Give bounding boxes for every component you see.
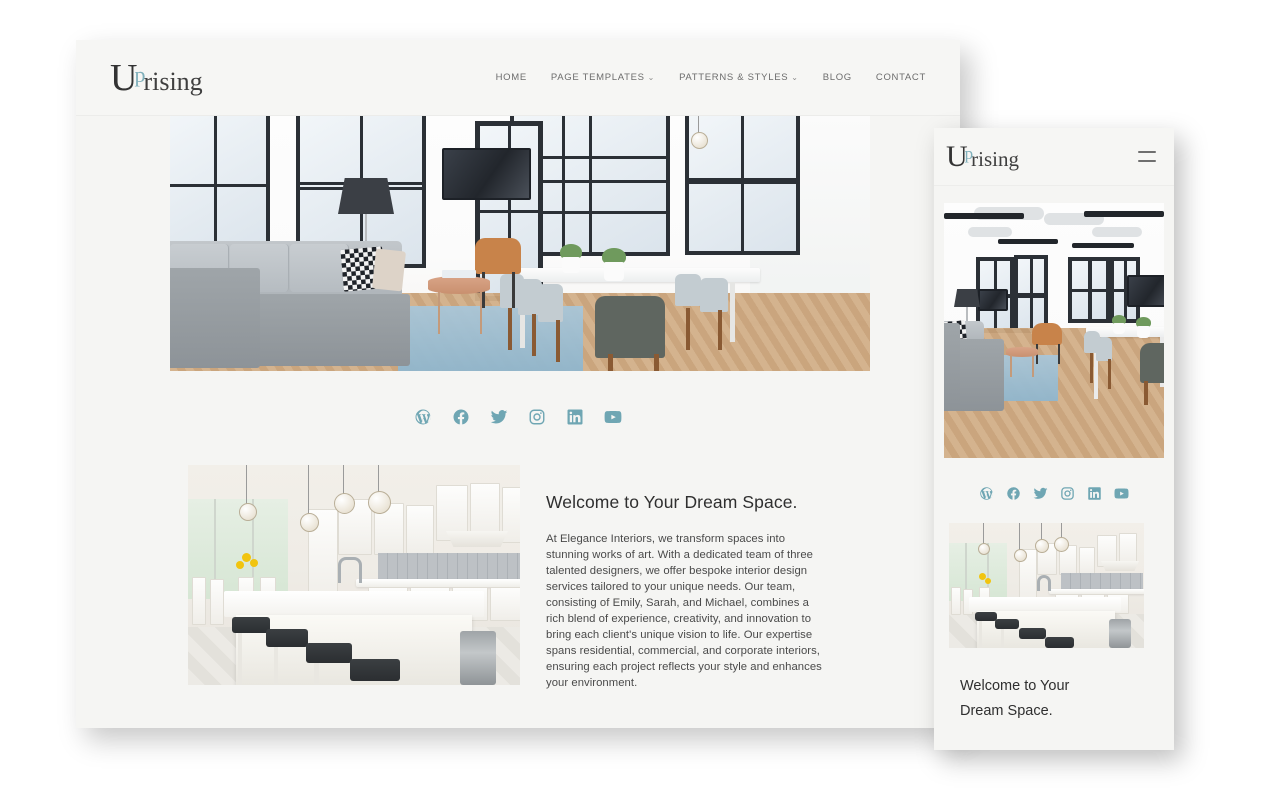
mobile-site-logo[interactable]: Uprising (946, 139, 1020, 173)
nav-label: BLOG (822, 72, 852, 83)
about-text-block: Welcome to Your Dream Space. At Elegance… (546, 465, 828, 691)
page-title: Welcome to Your Dream Space. (546, 492, 798, 512)
mobile-hero-image-loft-interior (944, 203, 1164, 458)
facebook-icon[interactable] (1006, 486, 1021, 501)
nav-item-contact[interactable]: CONTACT (876, 72, 926, 83)
kitchen-image (188, 465, 520, 685)
social-links-desktop (76, 408, 960, 426)
logo-text-rising: rising (143, 66, 203, 96)
hamburger-icon[interactable] (1138, 151, 1156, 162)
instagram-icon[interactable] (1060, 486, 1075, 501)
nav-label: PATTERNS & STYLES (679, 72, 789, 83)
social-links-mobile (934, 486, 1174, 501)
mobile-kitchen-image (949, 523, 1144, 648)
nav-label: HOME (495, 72, 527, 83)
screenshot-stage: Uprising HOME PAGE TEMPLATES ⌄ PATTERNS &… (0, 0, 1280, 800)
desktop-preview-card: Uprising HOME PAGE TEMPLATES ⌄ PATTERNS &… (76, 40, 960, 728)
hamburger-line (1138, 160, 1156, 162)
chevron-down-icon: ⌄ (647, 73, 656, 82)
logo-letter-p: p (964, 143, 974, 163)
nav-label: CONTACT (875, 72, 926, 83)
mobile-page-title: Welcome to Your Dream Space. (960, 674, 1120, 725)
nav-label: PAGE TEMPLATES (550, 72, 645, 83)
desktop-site-header: Uprising HOME PAGE TEMPLATES ⌄ PATTERNS &… (76, 40, 960, 116)
nav-item-patterns-styles[interactable]: PATTERNS & STYLES ⌄ (679, 72, 799, 83)
hero-image-loft-interior (170, 116, 870, 371)
nav-item-blog[interactable]: BLOG (823, 72, 852, 83)
facebook-icon[interactable] (452, 408, 470, 426)
wordpress-icon[interactable] (979, 486, 994, 501)
primary-navigation: HOME PAGE TEMPLATES ⌄ PATTERNS & STYLES ⌄ … (496, 72, 926, 83)
youtube-icon[interactable] (604, 408, 622, 426)
logo-letter-p: p (134, 61, 146, 87)
chevron-down-icon: ⌄ (791, 73, 799, 82)
site-logo[interactable]: Uprising (94, 59, 203, 97)
nav-item-page-templates[interactable]: PAGE TEMPLATES ⌄ (551, 72, 655, 83)
twitter-icon[interactable] (490, 408, 508, 426)
logo-letter-u: U (110, 56, 137, 99)
mobile-site-header: Uprising (934, 128, 1174, 186)
linkedin-icon[interactable] (566, 408, 584, 426)
hero-image-wrapper (76, 116, 960, 371)
about-paragraph: At Elegance Interiors, we transform spac… (546, 533, 822, 690)
wordpress-icon[interactable] (414, 408, 432, 426)
linkedin-icon[interactable] (1087, 486, 1102, 501)
mobile-title-line-1: Welcome to Your (960, 678, 1070, 694)
mobile-title-line-2: Dream Space. (960, 703, 1053, 720)
twitter-icon[interactable] (1033, 486, 1048, 501)
logo-text-rising: rising (971, 146, 1020, 171)
hamburger-line (1138, 151, 1156, 153)
nav-item-home[interactable]: HOME (496, 72, 527, 83)
instagram-icon[interactable] (528, 408, 546, 426)
logo-letter-u: U (946, 139, 968, 173)
mobile-preview-card: Uprising Welcome to Your Dream Space. (934, 128, 1174, 750)
youtube-icon[interactable] (1114, 486, 1129, 501)
about-section: Welcome to Your Dream Space. At Elegance… (76, 426, 960, 691)
